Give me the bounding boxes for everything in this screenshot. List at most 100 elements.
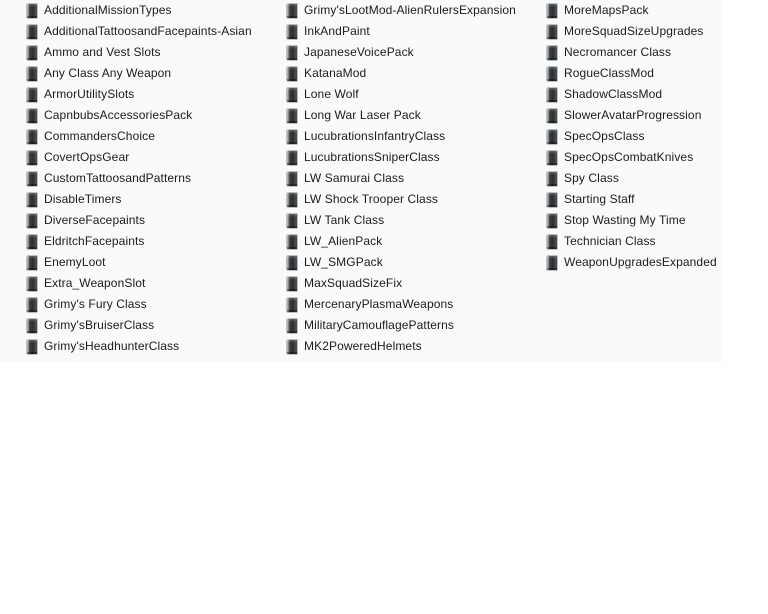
folder-icon	[545, 210, 559, 231]
folder-icon	[545, 42, 559, 63]
list-item[interactable]: Any Class Any Weapon	[25, 63, 283, 84]
list-item[interactable]: MaxSquadSizeFix	[285, 273, 543, 294]
list-item[interactable]: Grimy'sHeadhunterClass	[25, 336, 283, 357]
list-item[interactable]: Long War Laser Pack	[285, 105, 543, 126]
folder-icon	[285, 336, 299, 357]
folder-icon-body	[287, 193, 297, 207]
list-item[interactable]: SpecOpsClass	[545, 126, 723, 147]
list-item[interactable]: Grimy'sLootMod-AlienRulersExpansion	[285, 0, 543, 21]
list-item[interactable]: CommandersChoice	[25, 126, 283, 147]
list-item[interactable]: Ammo and Vest Slots	[25, 42, 283, 63]
folder-icon-body	[547, 67, 557, 81]
file-column-1: Grimy'sLootMod-AlienRulersExpansion InkAn…	[285, 0, 543, 357]
list-item[interactable]: SpecOpsCombatKnives	[545, 147, 723, 168]
list-item[interactable]: SlowerAvatarProgression	[545, 105, 723, 126]
folder-icon	[25, 273, 39, 294]
list-item[interactable]: Stop Wasting My Time	[545, 210, 723, 231]
folder-icon	[285, 210, 299, 231]
list-item[interactable]: RogueClassMod	[545, 63, 723, 84]
list-item[interactable]: LucubrationsSniperClass	[285, 147, 543, 168]
list-item-label: SpecOpsCombatKnives	[564, 150, 694, 164]
list-item[interactable]: LW Shock Trooper Class	[285, 189, 543, 210]
list-item[interactable]: Grimy'sBruiserClass	[25, 315, 283, 336]
folder-icon	[285, 294, 299, 315]
folder-icon-body	[27, 214, 37, 228]
folder-icon-body	[287, 214, 297, 228]
list-item[interactable]: DiverseFacepaints	[25, 210, 283, 231]
list-item[interactable]: Extra_WeaponSlot	[25, 273, 283, 294]
list-item[interactable]: Technician Class	[545, 231, 723, 252]
file-column-0: AdditionalMissionTypes AdditionalTattoosa…	[25, 0, 283, 357]
list-item-label: MK2PoweredHelmets	[304, 339, 422, 353]
folder-icon-body	[27, 46, 37, 60]
list-item-label: MaxSquadSizeFix	[304, 276, 403, 290]
folder-icon	[285, 63, 299, 84]
folder-icon	[285, 105, 299, 126]
list-item-label: ShadowClassMod	[564, 87, 663, 101]
folder-icon	[285, 252, 299, 273]
list-item-label: ArmorUtilitySlots	[44, 87, 135, 101]
folder-icon	[25, 294, 39, 315]
list-item-label: DisableTimers	[44, 192, 122, 206]
list-item[interactable]: LucubrationsInfantryClass	[285, 126, 543, 147]
list-item[interactable]: ShadowClassMod	[545, 84, 723, 105]
folder-icon-body	[287, 130, 297, 144]
folder-icon-body	[287, 277, 297, 291]
folder-icon	[545, 147, 559, 168]
list-item[interactable]: LW_AlienPack	[285, 231, 543, 252]
list-item-label: EnemyLoot	[44, 255, 106, 269]
list-item[interactable]: CovertOpsGear	[25, 147, 283, 168]
folder-icon-body	[287, 88, 297, 102]
list-item[interactable]: CustomTattoosandPatterns	[25, 168, 283, 189]
folder-icon	[285, 0, 299, 21]
list-item[interactable]: MoreSquadSizeUpgrades	[545, 21, 723, 42]
folder-icon	[285, 147, 299, 168]
folder-icon-body	[547, 25, 557, 39]
list-item[interactable]: MoreMapsPack	[545, 0, 723, 21]
list-item-label: EldritchFacepaints	[44, 234, 145, 248]
list-item[interactable]: WeaponUpgradesExpanded	[545, 252, 723, 273]
list-item[interactable]: Grimy's Fury Class	[25, 294, 283, 315]
list-item[interactable]: MilitaryCamouflagePatterns	[285, 315, 543, 336]
list-item[interactable]: LW Tank Class	[285, 210, 543, 231]
list-item-label: AdditionalTattoosandFacepaints-Asian	[44, 24, 252, 38]
list-item[interactable]: InkAndPaint	[285, 21, 543, 42]
folder-icon-body	[27, 277, 37, 291]
folder-icon-body	[547, 214, 557, 228]
list-item[interactable]: LW_SMGPack	[285, 252, 543, 273]
folder-icon	[25, 336, 39, 357]
list-item-label: LW Samurai Class	[304, 171, 405, 185]
folder-icon-body	[287, 340, 297, 354]
folder-icon	[25, 210, 39, 231]
folder-icon	[25, 315, 39, 336]
list-item[interactable]: DisableTimers	[25, 189, 283, 210]
folder-icon-body	[27, 256, 37, 270]
folder-icon-body	[287, 151, 297, 165]
list-item[interactable]: Starting Staff	[545, 189, 723, 210]
list-item[interactable]: Necromancer Class	[545, 42, 723, 63]
list-item-label: LW Shock Trooper Class	[304, 192, 439, 206]
list-item[interactable]: MK2PoweredHelmets	[285, 336, 543, 357]
list-item-label: Starting Staff	[564, 192, 635, 206]
folder-icon-body	[287, 235, 297, 249]
list-item[interactable]: JapaneseVoicePack	[285, 42, 543, 63]
list-item[interactable]: LW Samurai Class	[285, 168, 543, 189]
folder-icon	[545, 168, 559, 189]
list-item[interactable]: AdditionalMissionTypes	[25, 0, 283, 21]
folder-icon-body	[27, 235, 37, 249]
list-item[interactable]: EldritchFacepaints	[25, 231, 283, 252]
list-item[interactable]: CapnbubsAccessoriesPack	[25, 105, 283, 126]
list-item[interactable]: EnemyLoot	[25, 252, 283, 273]
list-item[interactable]: KatanaMod	[285, 63, 543, 84]
folder-icon-body	[27, 319, 37, 333]
list-item-label: Necromancer Class	[564, 45, 672, 59]
list-item[interactable]: MercenaryPlasmaWeapons	[285, 294, 543, 315]
list-item[interactable]: Lone Wolf	[285, 84, 543, 105]
folder-icon	[545, 84, 559, 105]
list-item[interactable]: AdditionalTattoosandFacepaints-Asian	[25, 21, 283, 42]
list-item-label: Spy Class	[564, 171, 619, 185]
folder-icon	[285, 189, 299, 210]
list-item[interactable]: ArmorUtilitySlots	[25, 84, 283, 105]
list-item[interactable]: Spy Class	[545, 168, 723, 189]
list-item-label: CommandersChoice	[44, 129, 155, 143]
